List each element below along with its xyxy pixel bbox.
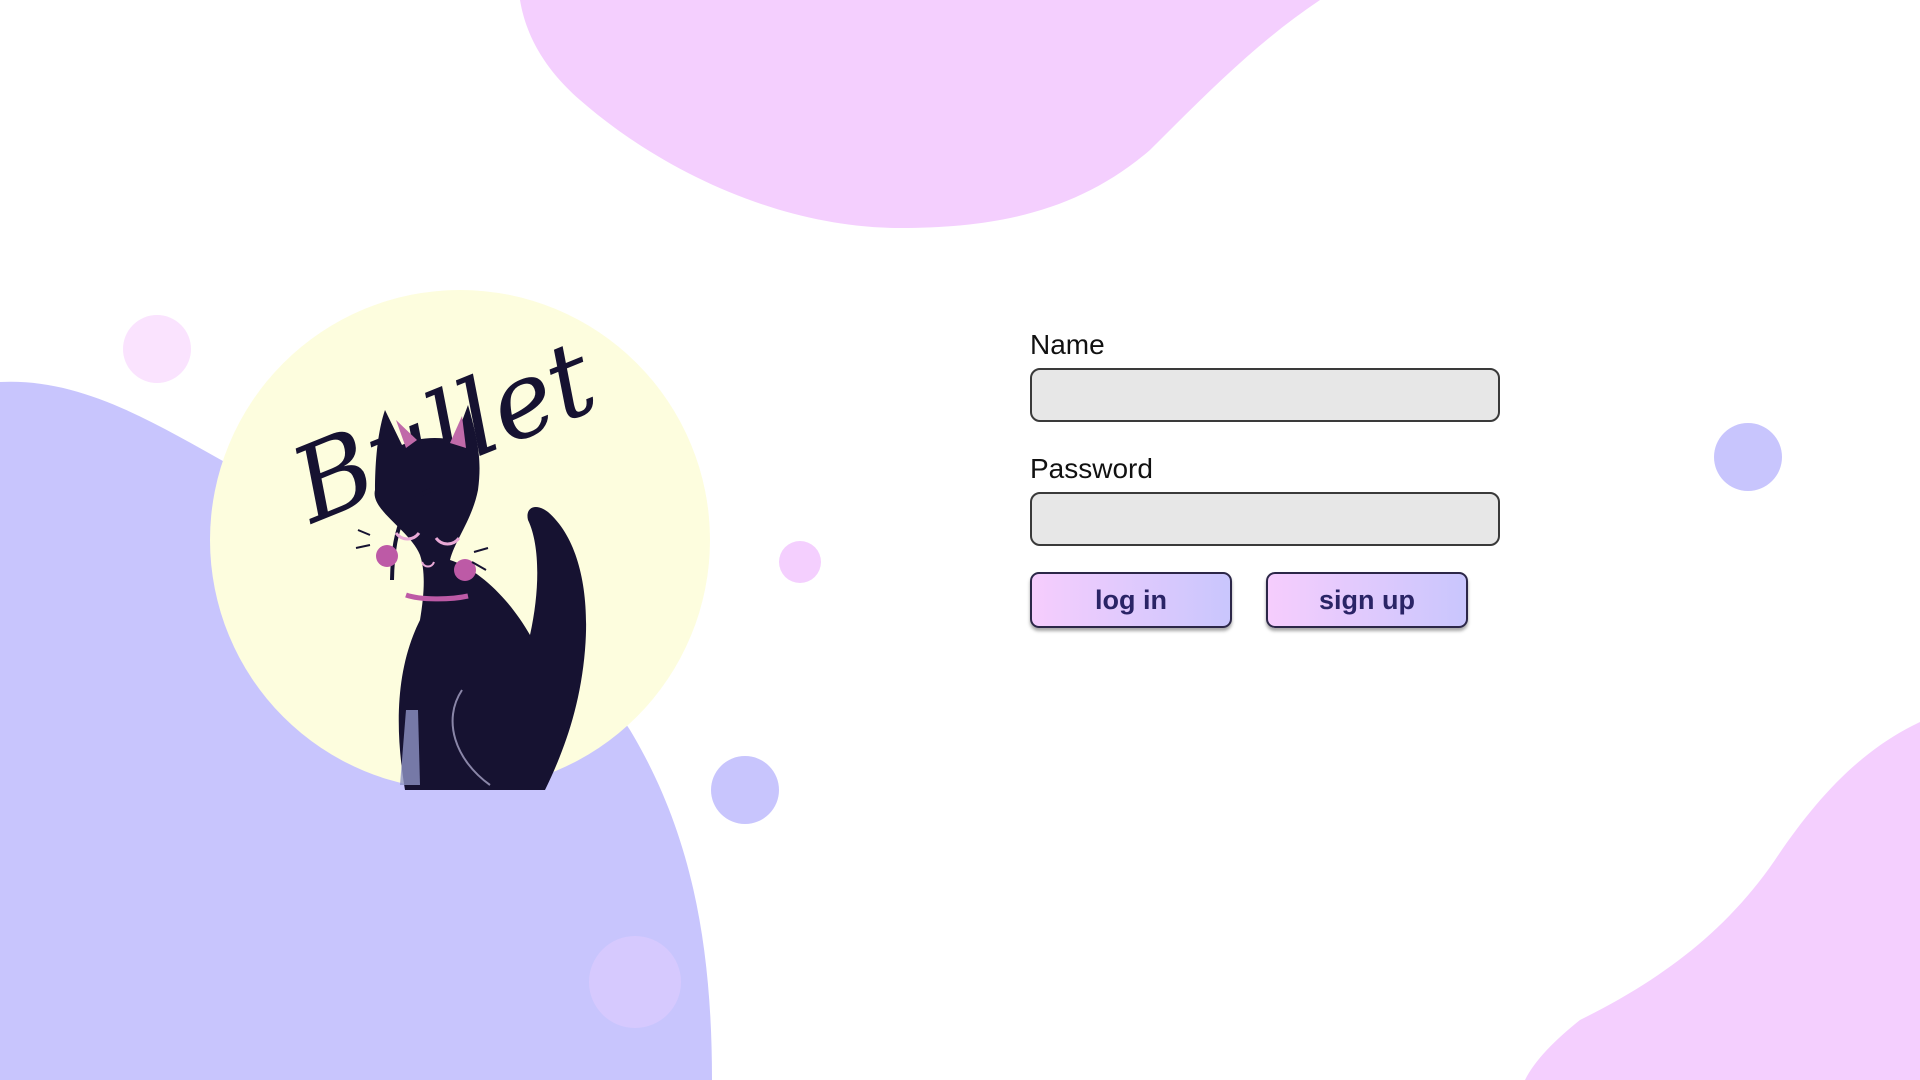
login-form: Name Password log in sign up: [1030, 328, 1502, 628]
decor-dot-pink-small: [779, 541, 821, 583]
login-screen: Bullet Name Password log in sign up: [0, 0, 1920, 1080]
name-input[interactable]: [1030, 368, 1500, 422]
login-button[interactable]: log in: [1030, 572, 1232, 628]
password-input[interactable]: [1030, 492, 1500, 546]
decor-dot-pink-top-left: [123, 315, 191, 383]
form-buttons: log in sign up: [1030, 572, 1502, 628]
decor-dot-faded-bottom: [589, 936, 681, 1028]
bullet-cat-logo: Bullet: [210, 290, 710, 790]
decor-dot-lavender-right: [1714, 423, 1782, 491]
signup-button[interactable]: sign up: [1266, 572, 1468, 628]
bottom-right-pink-blob: [1525, 722, 1920, 1080]
password-label: Password: [1030, 453, 1153, 484]
decor-dot-lavender-mid: [711, 756, 779, 824]
top-pink-blob: [520, 0, 1320, 228]
name-label: Name: [1030, 329, 1105, 360]
